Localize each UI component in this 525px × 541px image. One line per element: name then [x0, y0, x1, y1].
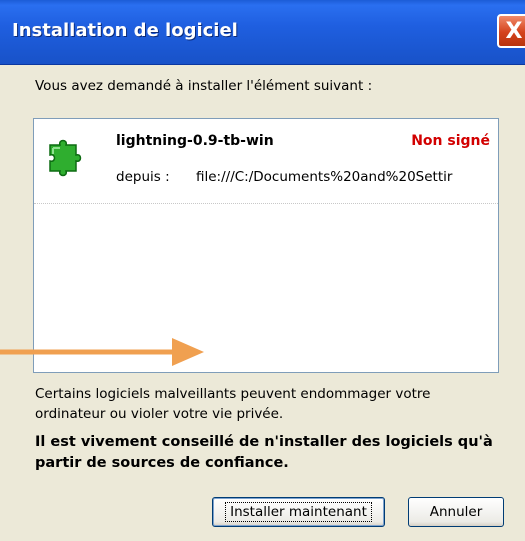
- unsigned-badge: Non signé: [411, 133, 490, 149]
- install-now-label: Installer maintenant: [225, 502, 372, 522]
- annotation-arrow-icon: [0, 338, 204, 366]
- close-button[interactable]: X: [497, 14, 525, 48]
- source-label: depuis :: [116, 169, 170, 185]
- cancel-label: Annuler: [429, 504, 483, 520]
- list-item[interactable]: lightning-0.9-tb-win Non signé depuis : …: [34, 119, 498, 204]
- window-title: Installation de logiciel: [12, 20, 238, 41]
- item-name: lightning-0.9-tb-win: [116, 133, 274, 149]
- security-warning: Certains logiciels malveillants peuvent …: [35, 386, 431, 422]
- puzzle-piece-icon: [49, 139, 82, 177]
- install-prompt: Vous avez demandé à installer l'élément …: [35, 78, 373, 94]
- title-bar: Installation de logiciel X: [0, 0, 525, 65]
- trust-advice: Il est vivement conseillé de n'installer…: [35, 434, 493, 471]
- close-icon: X: [505, 18, 523, 44]
- source-url: file:///C:/Documents%20and%20Settir: [196, 169, 453, 185]
- cancel-button[interactable]: Annuler: [408, 497, 504, 527]
- install-now-button[interactable]: Installer maintenant: [212, 497, 385, 527]
